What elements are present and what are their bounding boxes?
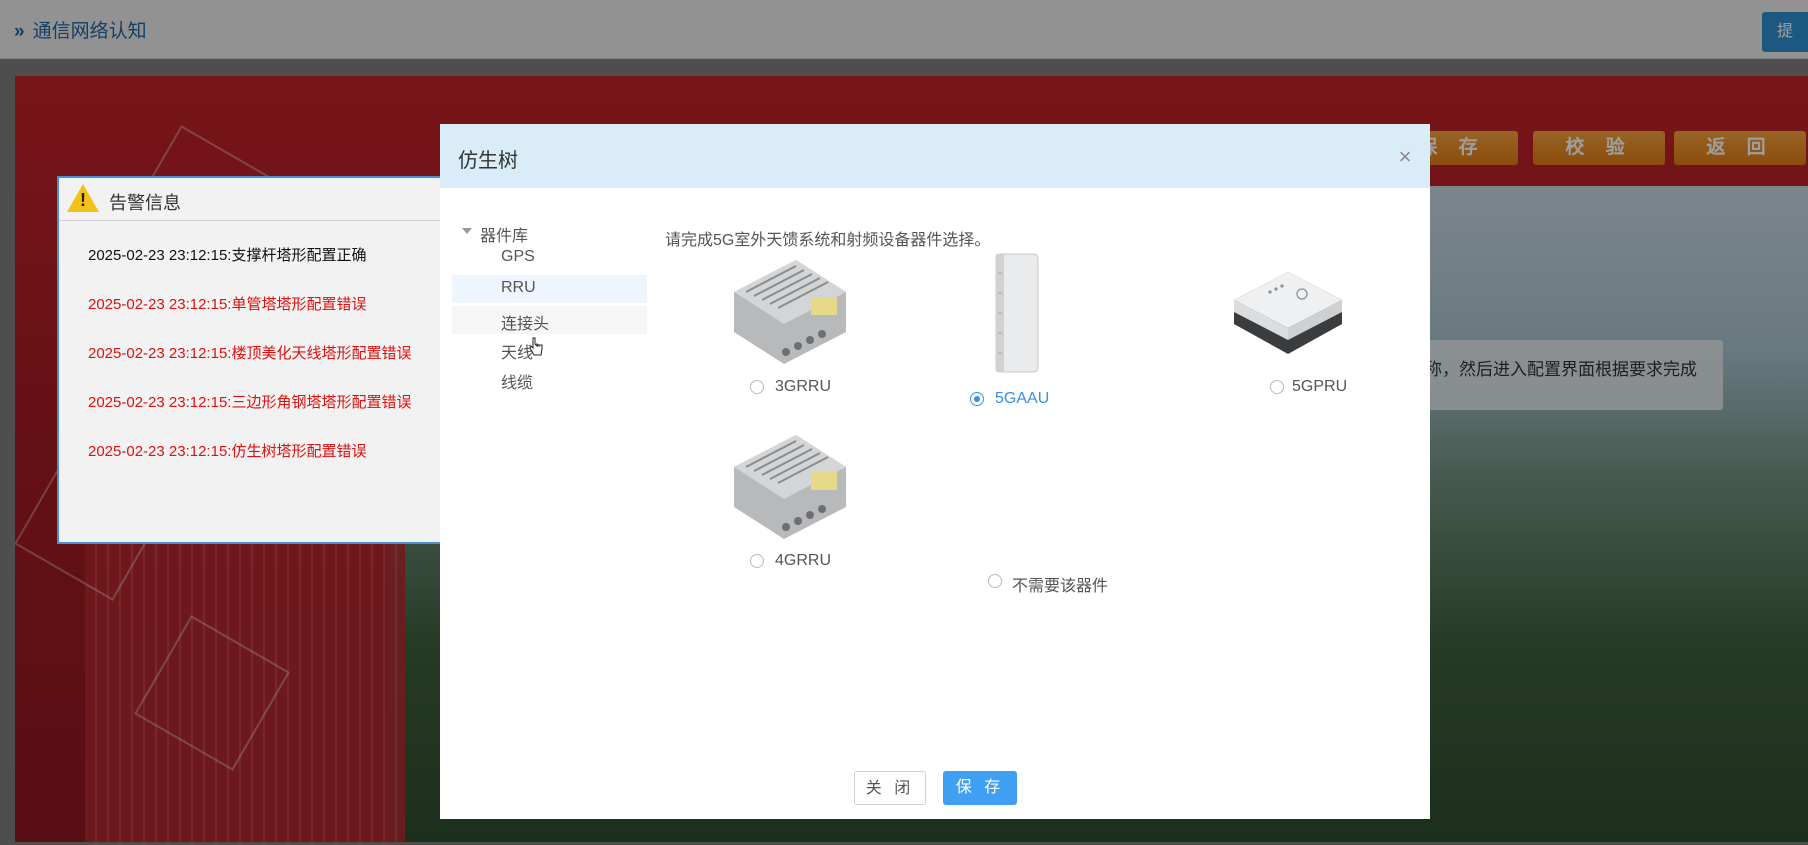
alarm-title: 告警信息: [109, 193, 181, 213]
tree-node-gps[interactable]: GPS: [452, 244, 647, 272]
save-button[interactable]: 保 存: [943, 771, 1017, 805]
alarm-header: 告警信息: [59, 178, 443, 221]
rru-device-image: [734, 435, 846, 539]
option-5gpru[interactable]: 5GPRU: [1228, 266, 1368, 396]
radio-button[interactable]: [988, 574, 1002, 588]
caret-down-icon[interactable]: [462, 228, 472, 234]
alarm-message: 2025-02-23 23:12:15:单管塔塔形配置错误: [88, 296, 367, 313]
alarm-message: 2025-02-23 23:12:15:支撑杆塔形配置正确: [88, 247, 367, 264]
tree-node-label: RRU: [501, 279, 536, 296]
close-icon[interactable]: ×: [1396, 146, 1414, 168]
alarm-message: 2025-02-23 23:12:15:楼顶美化天线塔形配置错误: [88, 345, 412, 362]
hand-cursor-icon: [529, 337, 543, 356]
tree-node-label: 线缆: [501, 375, 534, 392]
rru-device-image: [734, 260, 846, 364]
tree-root[interactable]: 器件库: [452, 220, 647, 246]
tree-node-rru[interactable]: RRU: [452, 275, 647, 303]
pru-device-image: [1234, 272, 1342, 354]
aau-device-image: [995, 253, 1039, 373]
option-4grru[interactable]: 4GRRU: [726, 427, 856, 569]
option-label: 5GPRU: [1292, 378, 1348, 395]
tree-node-antenna[interactable]: 天线: [452, 335, 647, 363]
option-label: 5GAAU: [995, 390, 1050, 407]
tree-node-label: 连接头: [501, 316, 550, 333]
instruction-text: 请完成5G室外天馈系统和射频设备器件选择。: [665, 232, 991, 249]
dialog-header: 仿生树 ×: [440, 124, 1430, 188]
alarm-panel: 告警信息 2025-02-23 23:12:15:支撑杆塔形配置正确 2025-…: [57, 176, 445, 544]
radio-button[interactable]: [1270, 380, 1284, 394]
radio-button-checked[interactable]: [970, 392, 984, 406]
dialog: 仿生树 × 器件库 GPS RRU 连接头 天线 线缆 请完成5G室外天馈系统和…: [440, 124, 1430, 819]
option-label: 不需要该器件: [1012, 578, 1109, 595]
alarm-message: 2025-02-23 23:12:15:仿生树塔形配置错误: [88, 443, 367, 460]
option-3grru[interactable]: 3GRRU: [726, 252, 856, 395]
tree-node-label: GPS: [501, 248, 535, 265]
option-5gaau[interactable]: 5GAAU: [960, 252, 1090, 407]
option-none[interactable]: 不需要该器件: [988, 564, 1158, 604]
warning-icon: [67, 184, 99, 212]
close-button[interactable]: 关 闭: [854, 771, 926, 805]
dialog-title: 仿生树: [458, 150, 518, 172]
option-label: 4GRRU: [775, 552, 832, 569]
tree-node-cable[interactable]: 线缆: [452, 365, 647, 393]
radio-button[interactable]: [750, 554, 764, 568]
radio-button[interactable]: [750, 380, 764, 394]
tree-node-connector[interactable]: 连接头: [452, 306, 647, 334]
tree-root-label: 器件库: [480, 228, 529, 245]
option-label: 3GRRU: [775, 378, 832, 395]
alarm-message: 2025-02-23 23:12:15:三边形角钢塔塔形配置错误: [88, 394, 412, 411]
